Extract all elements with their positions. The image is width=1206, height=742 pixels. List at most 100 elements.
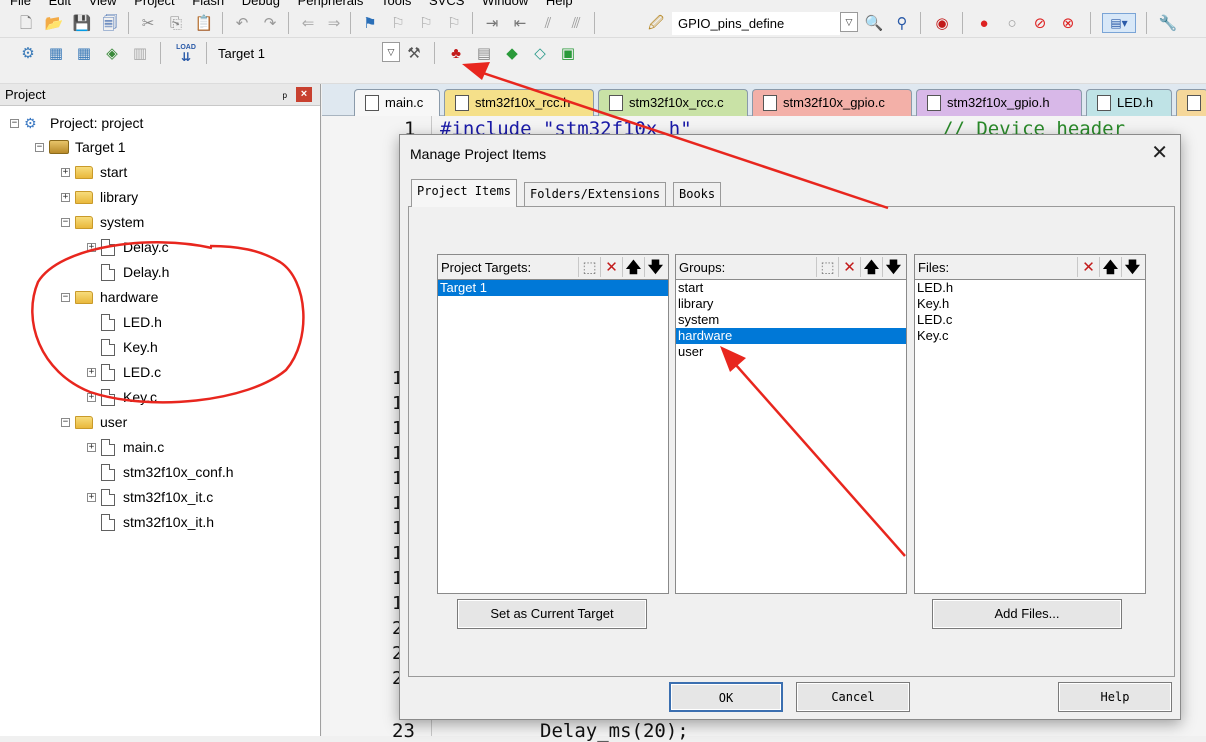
tree-file-it-c[interactable]: + stm32f10x_it.c: [87, 486, 213, 508]
target-select[interactable]: Target 1: [212, 42, 382, 65]
menu-view[interactable]: View: [89, 0, 117, 8]
disable-all-breakpoints-icon[interactable]: ⊘: [1030, 13, 1050, 33]
save-icon[interactable]: 💾: [72, 13, 92, 33]
tree-file-conf-h[interactable]: stm32f10x_conf.h: [101, 461, 234, 483]
configure-icon[interactable]: 🔧: [1158, 13, 1178, 33]
paste-icon[interactable]: 📋: [194, 13, 214, 33]
comment-icon[interactable]: ⫽: [538, 13, 558, 33]
breakpoint-icon[interactable]: ●: [974, 13, 994, 33]
nav-back-icon[interactable]: ⇐: [298, 13, 318, 33]
tree-target[interactable]: − Target 1: [35, 136, 126, 158]
list-item[interactable]: library: [676, 296, 906, 312]
tree-group-start[interactable]: + start: [61, 161, 127, 183]
tab-project-items[interactable]: Project Items: [411, 179, 517, 207]
tab-rcc-c[interactable]: stm32f10x_rcc.c: [598, 89, 748, 116]
help-button[interactable]: Help: [1058, 682, 1172, 712]
undo-icon[interactable]: ↶: [232, 13, 252, 33]
find-icon[interactable]: 🔍: [864, 13, 884, 33]
cut-icon[interactable]: ✂: [138, 13, 158, 33]
pack-installer-icon[interactable]: ◇: [530, 43, 550, 63]
indent-icon[interactable]: ⇥: [482, 13, 502, 33]
tab-overflow[interactable]: [1176, 89, 1206, 116]
redo-icon[interactable]: ↷: [260, 13, 280, 33]
move-up-icon[interactable]: 🡅: [622, 257, 644, 277]
move-up-icon[interactable]: 🡅: [860, 257, 882, 277]
rebuild-icon[interactable]: ▦: [74, 43, 94, 63]
menu-flash[interactable]: Flash: [192, 0, 224, 8]
download-icon[interactable]: LOAD ⇊: [176, 43, 196, 63]
move-down-icon[interactable]: 🡇: [644, 257, 666, 277]
add-files-button[interactable]: Add Files...: [932, 599, 1122, 629]
tree-project-root[interactable]: − ⚙ Project: project: [10, 112, 143, 134]
tree-group-hardware[interactable]: − hardware: [61, 286, 158, 308]
tree-file-main-c[interactable]: + main.c: [87, 436, 164, 458]
open-file-icon[interactable]: 📂: [44, 13, 64, 33]
nav-forward-icon[interactable]: ⇒: [324, 13, 344, 33]
tab-gpio-c[interactable]: stm32f10x_gpio.c: [752, 89, 912, 116]
kill-breakpoints-icon[interactable]: ⊗: [1058, 13, 1078, 33]
set-current-target-button[interactable]: Set as Current Target: [457, 599, 647, 629]
files-list[interactable]: Files: ✕ 🡅 🡇 LED.h Key.h LED.c Key.c: [914, 254, 1146, 594]
menu-svcs[interactable]: SVCS: [429, 0, 464, 8]
delete-target-icon[interactable]: ✕: [600, 257, 622, 277]
groups-list[interactable]: Groups: ⬚ ✕ 🡅 🡇 start library system har…: [675, 254, 907, 594]
tree-group-user[interactable]: − user: [61, 411, 127, 433]
manage-rte-icon[interactable]: ◆: [502, 43, 522, 63]
list-item[interactable]: Key.c: [915, 328, 1145, 344]
list-item[interactable]: LED.c: [915, 312, 1145, 328]
move-up-icon[interactable]: 🡅: [1099, 257, 1121, 277]
tab-folders-extensions[interactable]: Folders/Extensions: [524, 182, 667, 206]
menu-peripherals[interactable]: Peripherals: [298, 0, 364, 8]
tab-books[interactable]: Books: [673, 182, 722, 206]
delete-file-icon[interactable]: ✕: [1077, 257, 1099, 277]
tab-gpio-h[interactable]: stm32f10x_gpio.h: [916, 89, 1082, 116]
list-item[interactable]: user: [676, 344, 906, 360]
targets-list[interactable]: Project Targets: ⬚ ✕ 🡅 🡇 Target 1: [437, 254, 669, 594]
uncomment-icon[interactable]: ⫻: [566, 13, 586, 33]
clear-bookmarks-icon[interactable]: ⚐: [444, 13, 464, 33]
translate-icon[interactable]: ⚙: [18, 43, 38, 63]
tree-file-key-c[interactable]: + Key.c: [87, 386, 157, 408]
move-down-icon[interactable]: 🡇: [882, 257, 904, 277]
tree-file-key-h[interactable]: Key.h: [101, 336, 158, 358]
close-icon[interactable]: ×: [296, 87, 312, 102]
prev-bookmark-icon[interactable]: ⚐: [388, 13, 408, 33]
tree-file-led-c[interactable]: + LED.c: [87, 361, 161, 383]
build-icon[interactable]: ▦: [46, 43, 66, 63]
tree-file-it-h[interactable]: stm32f10x_it.h: [101, 511, 214, 533]
tree-file-delay-c[interactable]: + Delay.c: [87, 236, 169, 258]
menu-project[interactable]: Project: [134, 0, 174, 8]
menu-file[interactable]: File: [10, 0, 31, 8]
list-item[interactable]: LED.h: [915, 280, 1145, 296]
bookmark-icon[interactable]: ⚑: [360, 13, 380, 33]
target-options-icon[interactable]: ⚒: [404, 43, 424, 63]
tab-main-c[interactable]: main.c: [354, 89, 440, 116]
chevron-down-icon[interactable]: ▽: [840, 12, 858, 32]
pin-icon[interactable]: ᵖ: [282, 86, 287, 108]
tree-file-delay-h[interactable]: Delay.h: [101, 261, 169, 283]
next-bookmark-icon[interactable]: ⚐: [416, 13, 436, 33]
new-group-icon[interactable]: ⬚: [816, 257, 838, 277]
find-in-files-icon[interactable]: 🖉: [646, 13, 666, 33]
incremental-find-icon[interactable]: ⚲: [892, 13, 912, 33]
menu-help[interactable]: Help: [546, 0, 573, 8]
menu-debug[interactable]: Debug: [242, 0, 280, 8]
manage-project-items-icon[interactable]: ♣: [446, 43, 466, 63]
debug-start-icon[interactable]: ◉: [932, 13, 952, 33]
save-all-icon[interactable]: 🗐: [100, 13, 120, 33]
menu-tools[interactable]: Tools: [381, 0, 411, 8]
list-item-selected[interactable]: hardware: [676, 328, 906, 344]
list-item[interactable]: start: [676, 280, 906, 296]
find-combo[interactable]: GPIO_pins_define: [672, 12, 840, 35]
move-down-icon[interactable]: 🡇: [1121, 257, 1143, 277]
delete-group-icon[interactable]: ✕: [838, 257, 860, 277]
tree-file-led-h[interactable]: LED.h: [101, 311, 162, 333]
list-item[interactable]: Key.h: [915, 296, 1145, 312]
close-icon[interactable]: ✕: [1151, 142, 1168, 164]
tree-group-library[interactable]: + library: [61, 186, 138, 208]
tab-led-h[interactable]: LED.h: [1086, 89, 1172, 116]
window-layout-icon[interactable]: ▤▾: [1102, 13, 1136, 33]
new-file-icon[interactable]: 🗋: [16, 13, 36, 33]
cancel-button[interactable]: Cancel: [796, 682, 910, 712]
tab-rcc-h[interactable]: stm32f10x_rcc.h: [444, 89, 594, 116]
